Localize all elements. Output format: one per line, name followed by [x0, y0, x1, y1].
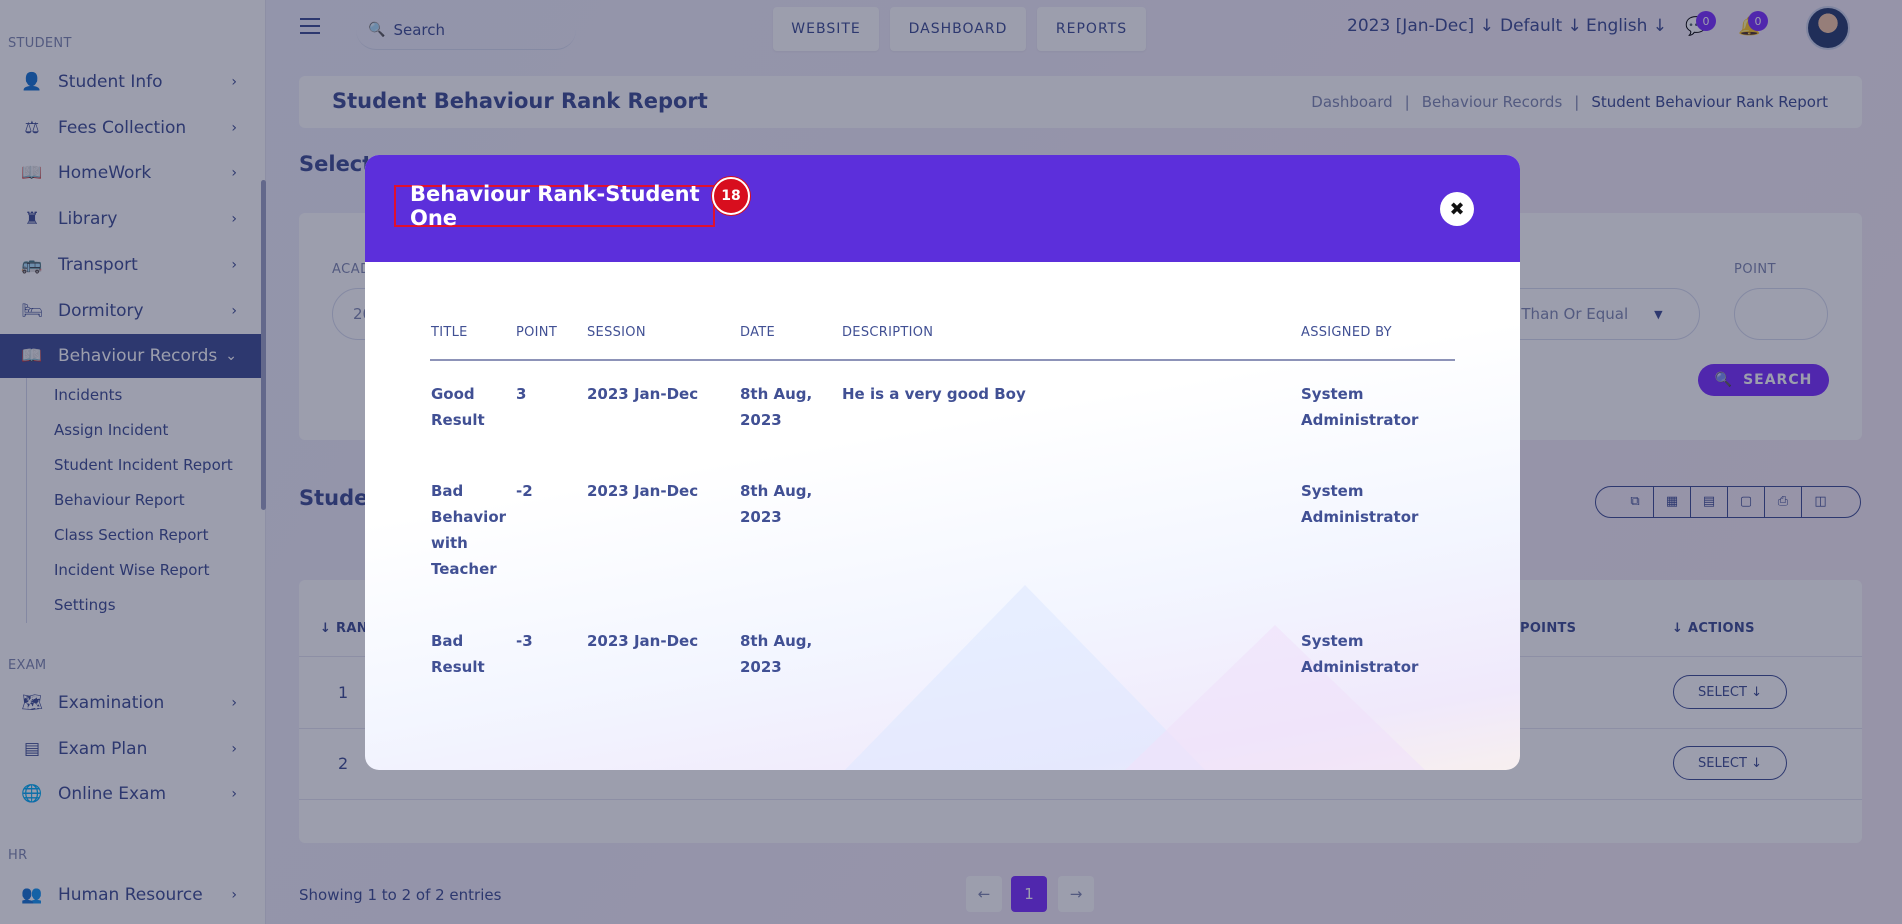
table-row-assigned-by: System Administrator — [1301, 381, 1418, 433]
behaviour-rank-modal: Behaviour Rank-Student One 18 ✖ TITLE PO… — [365, 155, 1520, 770]
table-row-title: Bad Result — [431, 628, 485, 680]
table-row-session: 2023 Jan-Dec — [587, 482, 699, 500]
table-row-point: -3 — [516, 632, 533, 650]
table-row-date: 8th Aug, 2023 — [740, 381, 812, 433]
modal-header: Behaviour Rank-Student One 18 ✖ — [365, 155, 1520, 262]
column-header-session: SESSION — [587, 325, 646, 340]
title-line: Good — [431, 385, 475, 403]
table-row-point: 3 — [516, 385, 527, 403]
assigned-line: Administrator — [1301, 658, 1419, 676]
title-line: Result — [431, 658, 485, 676]
column-header-title: TITLE — [431, 325, 468, 340]
assigned-line: System — [1301, 385, 1364, 403]
date-line: 8th Aug, — [740, 632, 813, 650]
table-row-assigned-by: System Administrator — [1301, 478, 1418, 530]
assigned-line: System — [1301, 632, 1364, 650]
date-line: 8th Aug, — [740, 385, 813, 403]
header-divider — [430, 359, 1455, 361]
date-line: 2023 — [740, 658, 782, 676]
title-line: Teacher — [431, 560, 497, 578]
table-row-date: 8th Aug, 2023 — [740, 478, 812, 530]
title-line: Result — [431, 411, 485, 429]
title-line: Bad — [431, 632, 464, 650]
date-line: 2023 — [740, 411, 782, 429]
table-row-description: He is a very good Boy — [842, 385, 1026, 403]
table-row-assigned-by: System Administrator — [1301, 628, 1418, 680]
modal-title: Behaviour Rank-Student One — [410, 182, 700, 230]
table-row-session: 2023 Jan-Dec — [587, 385, 699, 403]
title-line: Bad — [431, 482, 464, 500]
date-line: 2023 — [740, 508, 782, 526]
column-header-point: POINT — [516, 325, 558, 340]
table-row-title: Good Result — [431, 381, 485, 433]
assigned-line: Administrator — [1301, 411, 1419, 429]
assigned-line: System — [1301, 482, 1364, 500]
table-row-session: 2023 Jan-Dec — [587, 632, 699, 650]
table-row-title: Bad Behavior with Teacher — [431, 478, 506, 582]
date-line: 8th Aug, — [740, 482, 813, 500]
column-header-assigned-by: ASSIGNED BY — [1301, 325, 1392, 340]
column-header-date: DATE — [740, 325, 776, 340]
title-line: Behavior — [431, 508, 507, 526]
table-row-point: -2 — [516, 482, 533, 500]
close-icon[interactable]: ✖ — [1440, 192, 1474, 226]
table-row-date: 8th Aug, 2023 — [740, 628, 812, 680]
step-number-badge: 18 — [712, 177, 750, 215]
title-line: with — [431, 534, 468, 552]
column-header-description: DESCRIPTION — [842, 325, 934, 340]
modal-title-highlight: Behaviour Rank-Student One — [394, 182, 715, 230]
assigned-line: Administrator — [1301, 508, 1419, 526]
